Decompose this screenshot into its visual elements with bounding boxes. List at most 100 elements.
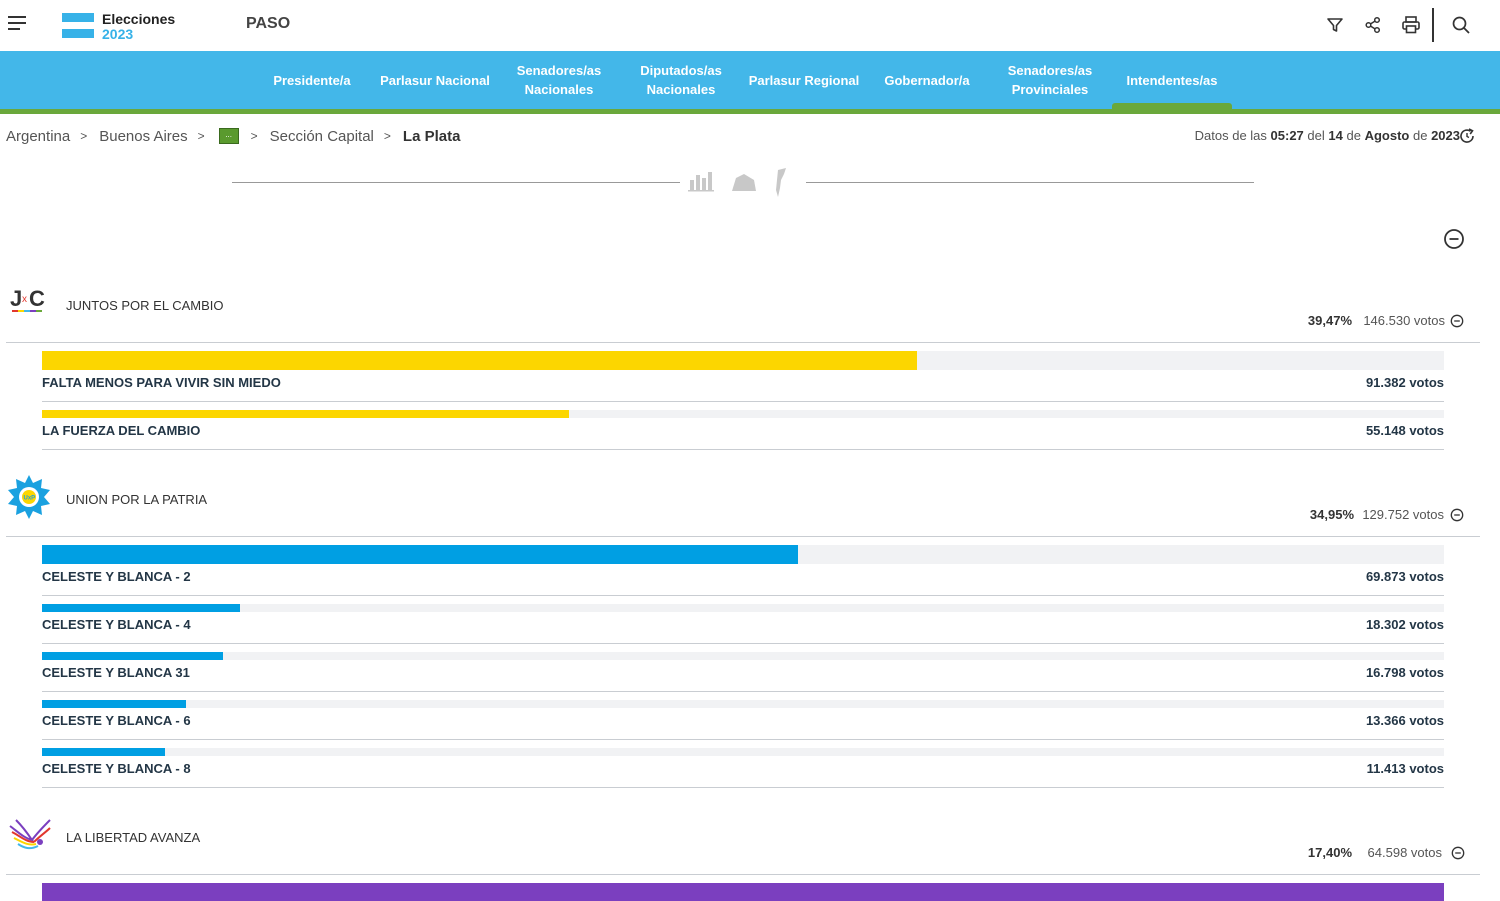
print-icon[interactable] [1400, 14, 1422, 36]
list-bar-track [42, 700, 1444, 708]
list-bar-track [42, 748, 1444, 756]
breadcrumb-seccion-capital[interactable]: Sección Capital [270, 128, 374, 145]
tab-parlasur-regional[interactable]: Parlasur Regional [742, 51, 866, 109]
list-item[interactable]: CELESTE Y BLANCA - 4 18.302 votos [42, 604, 1444, 646]
row-divider [42, 643, 1444, 644]
list-item[interactable]: CELESTE Y BLANCA 31 16.798 votos [42, 652, 1444, 694]
list-bar [42, 883, 1444, 901]
row-divider [42, 739, 1444, 740]
svg-text:C: C [29, 286, 45, 311]
list-bar-track [42, 351, 1444, 370]
party-votes: 146.530 votos [1363, 313, 1445, 328]
tab-diputados-nacionales[interactable]: Diputados/as Nacionales [626, 51, 736, 109]
party-percentage: 39,47% [1307, 313, 1352, 328]
elecciones-logo[interactable]: Elecciones 2023 [62, 11, 182, 42]
party-name: LA LIBERTAD AVANZA [66, 830, 201, 845]
list-votes: 69.873 votos [1365, 569, 1444, 584]
party-divider [6, 874, 1480, 875]
list-item[interactable]: FALTA MENOS PARA VIVIR SIN MIEDO 91.382 … [42, 351, 1444, 403]
list-bar [42, 604, 240, 612]
party-name: UNION POR LA PATRIA [66, 492, 208, 507]
row-divider [42, 787, 1444, 788]
breadcrumb-buenos-aires[interactable]: Buenos Aires [99, 128, 187, 145]
list-name: LA FUERZA DEL CAMBIO [42, 423, 201, 438]
party-votes: 64.598 votos [1367, 845, 1442, 860]
list-bar-track [42, 545, 1444, 564]
row-divider [42, 691, 1444, 692]
breadcrumb-argentina[interactable]: Argentina [6, 128, 70, 145]
tab-senadores-provinciales[interactable]: Senadores/as Provinciales [994, 51, 1106, 109]
svg-text:x: x [22, 294, 27, 305]
share-icon[interactable] [1362, 14, 1384, 36]
brand-year: 2023 [102, 26, 134, 42]
list-bar [42, 700, 187, 708]
election-type: PASO [246, 15, 291, 32]
list-votes: 16.798 votos [1365, 665, 1444, 680]
list-votes: 18.302 votos [1365, 617, 1444, 632]
map-region-icon[interactable] [732, 174, 756, 191]
svg-text:UxP: UxP [24, 496, 36, 502]
collapse-party-icon[interactable] [1451, 846, 1465, 865]
list-votes: 13.366 votos [1365, 713, 1444, 728]
party-name: JUNTOS POR EL CAMBIO [66, 298, 224, 313]
map-country-icon[interactable] [776, 168, 786, 197]
tab-senadores-nacionales[interactable]: Senadores/as Nacionales [504, 51, 614, 109]
list-bar-track [42, 410, 1444, 418]
last-updated: Datos de las 05:27 del 14 de Agosto de 2… [1194, 128, 1460, 143]
list-item[interactable]: LA FUERZA DEL CAMBIO 55.148 votos [42, 410, 1444, 452]
collapse-party-icon[interactable] [1450, 314, 1464, 333]
row-divider [42, 449, 1444, 450]
list-bar [42, 351, 917, 370]
collapse-all-icon[interactable] [1443, 228, 1465, 255]
nav-accent-bar [0, 109, 1500, 114]
filter-icon[interactable] [1324, 14, 1346, 36]
list-item[interactable]: CELESTE Y BLANCA - 2 69.873 votos [42, 545, 1444, 597]
toolbar-divider [1432, 8, 1434, 42]
collapse-party-icon[interactable] [1450, 508, 1464, 527]
search-icon[interactable] [1450, 14, 1472, 36]
list-bar [42, 652, 223, 660]
breadcrumb-separator: > [383, 129, 391, 143]
list-item[interactable]: CELESTE Y BLANCA - 8 11.413 votos [42, 748, 1444, 790]
party-logo-lla [6, 812, 52, 858]
refresh-icon[interactable] [1458, 127, 1476, 150]
party-block: LA LIBERTAD AVANZA 17,40% 64.598 votos [6, 812, 1480, 876]
list-name: FALTA MENOS PARA VIVIR SIN MIEDO [42, 375, 281, 390]
breadcrumb-section-badge[interactable]: ... [218, 128, 239, 144]
party-percentage: 34,95% [1309, 507, 1354, 522]
menu-icon[interactable] [8, 16, 28, 32]
view-switch-line-left [232, 182, 680, 183]
category-nav: Presidente/a Parlasur Nacional Senadores… [0, 51, 1500, 109]
party-logo-uxp: UxP [6, 474, 52, 520]
breadcrumb: Argentina > Buenos Aires > ... > Sección… [6, 126, 460, 146]
list-name: CELESTE Y BLANCA - 6 [42, 713, 191, 728]
tab-presidente[interactable]: Presidente/a [262, 51, 362, 109]
list-bar [42, 748, 166, 756]
list-votes: 91.382 votos [1365, 375, 1444, 390]
breadcrumb-separator: > [80, 129, 88, 143]
party-logo-jxc: J x C [6, 280, 52, 326]
list-votes: 55.148 votos [1365, 423, 1444, 438]
party-votes: 129.752 votos [1362, 507, 1444, 522]
list-bar-track [42, 604, 1444, 612]
tab-intendentes[interactable]: Intendentes/as [1112, 51, 1232, 109]
breadcrumb-la-plata: La Plata [402, 127, 461, 145]
list-name: CELESTE Y BLANCA - 8 [42, 761, 191, 776]
bar-chart-icon[interactable] [688, 172, 714, 192]
brand-title: Elecciones [102, 11, 176, 27]
tab-gobernador[interactable]: Gobernador/a [874, 51, 980, 109]
breadcrumb-separator: > [250, 129, 258, 143]
list-item[interactable]: CELESTE Y BLANCA - 6 13.366 votos [42, 700, 1444, 742]
list-name: CELESTE Y BLANCA - 2 [42, 569, 191, 584]
list-bar [42, 410, 570, 418]
view-switcher [684, 166, 794, 198]
toolbar [1308, 8, 1472, 42]
tab-parlasur-nacional[interactable]: Parlasur Nacional [372, 51, 498, 109]
list-name: CELESTE Y BLANCA 31 [42, 665, 190, 680]
party-block: UxP UNION POR LA PATRIA 34,95% 129.752 v… [6, 474, 1480, 538]
row-divider [42, 595, 1444, 596]
list-votes: 11.413 votos [1366, 761, 1444, 776]
party-divider [6, 342, 1480, 343]
party-divider [6, 536, 1480, 537]
list-item[interactable] [42, 883, 1444, 901]
